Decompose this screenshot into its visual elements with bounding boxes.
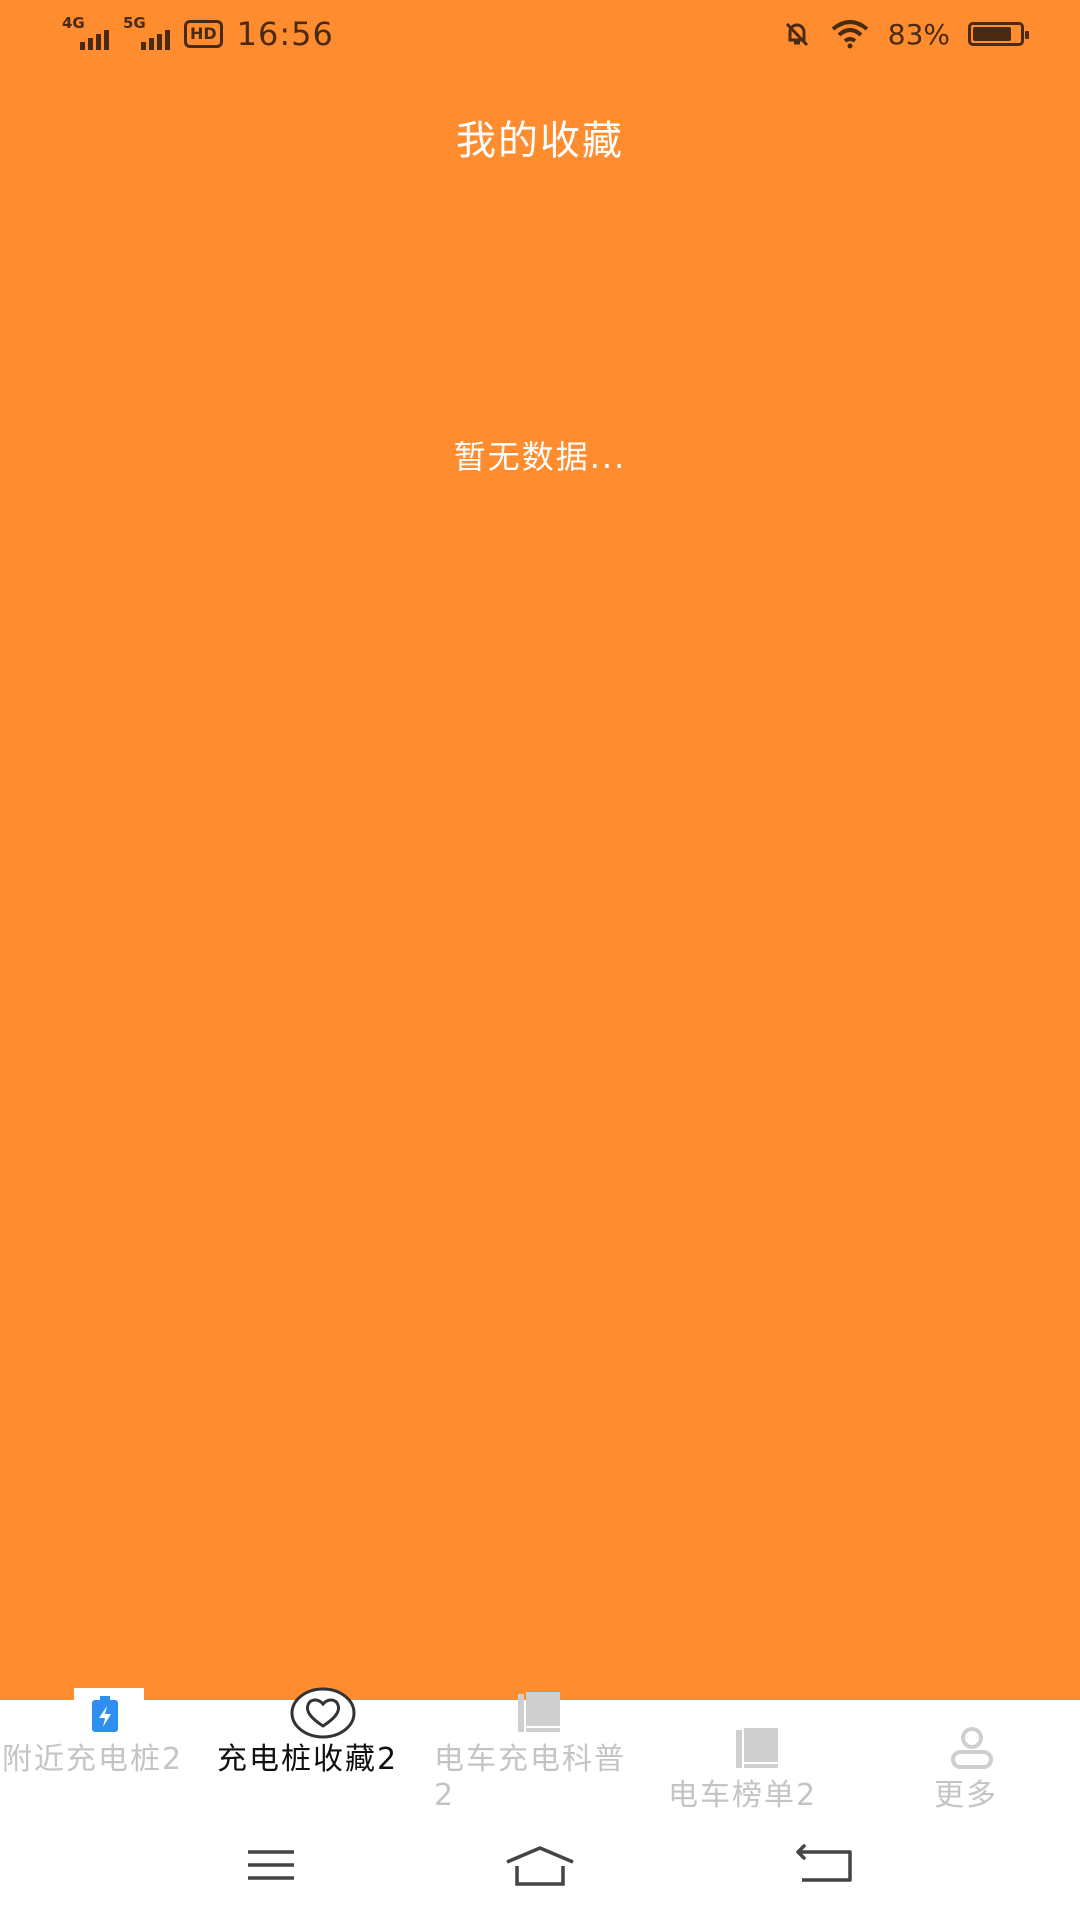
charging-pile-icon bbox=[74, 1688, 144, 1738]
user-icon bbox=[951, 1727, 993, 1769]
status-bar: 4G 5G HD 16:56 83% bbox=[0, 0, 1080, 66]
sim2-signal-icon: 5G bbox=[123, 14, 170, 50]
wifi-icon bbox=[831, 20, 869, 49]
tab-more[interactable]: 更多 bbox=[900, 1700, 1050, 1813]
clock: 16:56 bbox=[236, 15, 334, 53]
heart-icon bbox=[290, 1687, 356, 1739]
empty-state-message: 暂无数据... bbox=[453, 438, 627, 476]
tab-ev-science-label: 电车充电科普2 bbox=[434, 1742, 626, 1813]
tab-more-label: 更多 bbox=[934, 1778, 998, 1813]
tab-ev-ranking-label: 电车榜单2 bbox=[668, 1778, 818, 1813]
book-icon bbox=[736, 1728, 778, 1768]
tab-ev-ranking[interactable]: 电车榜单2 bbox=[660, 1700, 860, 1813]
system-nav-bar bbox=[0, 1810, 1080, 1920]
page-title: 我的收藏 bbox=[456, 118, 624, 164]
menu-icon[interactable] bbox=[226, 1830, 316, 1900]
tab-ev-science[interactable]: 电车充电科普2 bbox=[432, 1692, 642, 1813]
tab-nearby-charging[interactable]: 附近充电桩2 bbox=[0, 1688, 200, 1810]
status-bar-left: 4G 5G HD 16:56 bbox=[62, 14, 334, 54]
tab-favorites-label: 充电桩收藏2 bbox=[217, 1742, 399, 1777]
tab-nearby-charging-label: 附近充电桩2 bbox=[2, 1742, 184, 1777]
hd-badge: HD bbox=[184, 20, 223, 48]
battery-level bbox=[973, 27, 1011, 41]
tab-favorites[interactable]: 充电桩收藏2 bbox=[215, 1687, 425, 1810]
home-icon[interactable] bbox=[495, 1830, 585, 1900]
status-bar-right: 83% bbox=[782, 14, 1029, 54]
back-icon[interactable] bbox=[780, 1830, 870, 1900]
battery-icon bbox=[968, 22, 1029, 46]
sim1-signal-icon: 4G bbox=[62, 14, 109, 50]
bottom-nav: 附近充电桩2 充电桩收藏2 电车充电科普2 电车榜单2 更多 bbox=[0, 1687, 1080, 1813]
battery-percent: 83% bbox=[887, 17, 950, 51]
book-icon bbox=[518, 1692, 560, 1732]
mute-bell-icon bbox=[785, 22, 808, 47]
